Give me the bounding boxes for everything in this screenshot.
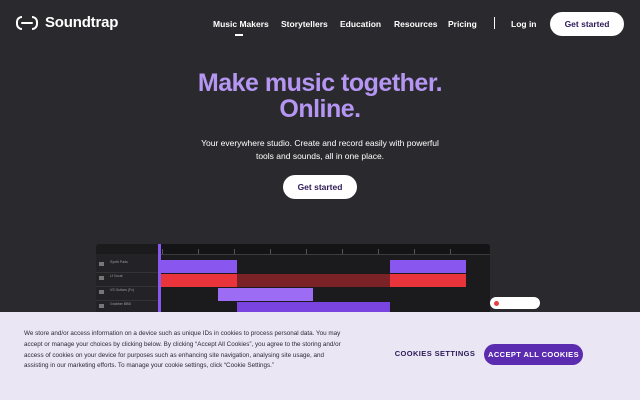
record-widget [490,297,540,309]
brand-name: Soundtrap [45,14,119,31]
audio-clip [237,274,390,287]
nav-item-storytellers[interactable]: Storytellers [281,19,328,29]
audio-clip [161,260,237,273]
track-row: VS Guitars (Fx) [96,286,158,301]
audio-clip [218,288,313,301]
nav-item-education[interactable]: Education [340,19,381,29]
audio-clip [390,274,466,287]
track-row: Lf Vocal [96,272,158,287]
track-row: Synth Pads [96,258,158,273]
hero-title: Make music together. Online. [0,70,640,122]
hero-title-line-2: Online. [279,95,361,123]
accept-all-cookies-button[interactable]: ACCEPT ALL COOKIES [484,344,583,365]
track-label: Synth Pads [110,260,128,264]
hero-subtitle-line-2: tools and sounds, all in one place. [255,150,385,161]
nav-item-music-makers[interactable]: Music Makers [213,19,269,36]
top-navigation: Soundtrap Music Makers Storytellers Educ… [0,0,640,48]
nav-divider [494,17,495,29]
track-list: Synth Pads Lf Vocal VS Guitars (Fx) Grab… [96,254,158,314]
get-started-button-hero[interactable]: Get started [283,175,357,199]
audio-clip [390,260,466,273]
soundtrap-logo-icon [16,15,38,30]
track-label: Grabber BBB [110,302,131,306]
get-started-button-nav[interactable]: Get started [550,12,624,36]
track-label: VS Guitars (Fx) [110,288,135,292]
hero-subtitle: Your everywhere studio. Create and recor… [195,137,445,162]
studio-preview-image: Synth Pads Lf Vocal VS Guitars (Fx) Grab… [96,244,490,314]
timeline-ruler [158,244,490,255]
hero-subtitle-line-1: Your everywhere studio. Create and recor… [201,138,439,148]
cookie-settings-button[interactable]: COOKIES SETTINGS [392,344,478,364]
brand-logo[interactable]: Soundtrap [16,14,118,31]
record-icon [494,300,499,306]
nav-item-pricing[interactable]: Pricing [448,19,477,29]
track-label: Lf Vocal [110,274,123,278]
cookie-notice-text: We store and/or access information on a … [24,330,341,370]
hero-title-line-1: Make music together. [197,69,443,97]
nav-item-resources[interactable]: Resources [394,19,437,29]
audio-clip [161,274,237,287]
login-link[interactable]: Log in [511,19,537,29]
